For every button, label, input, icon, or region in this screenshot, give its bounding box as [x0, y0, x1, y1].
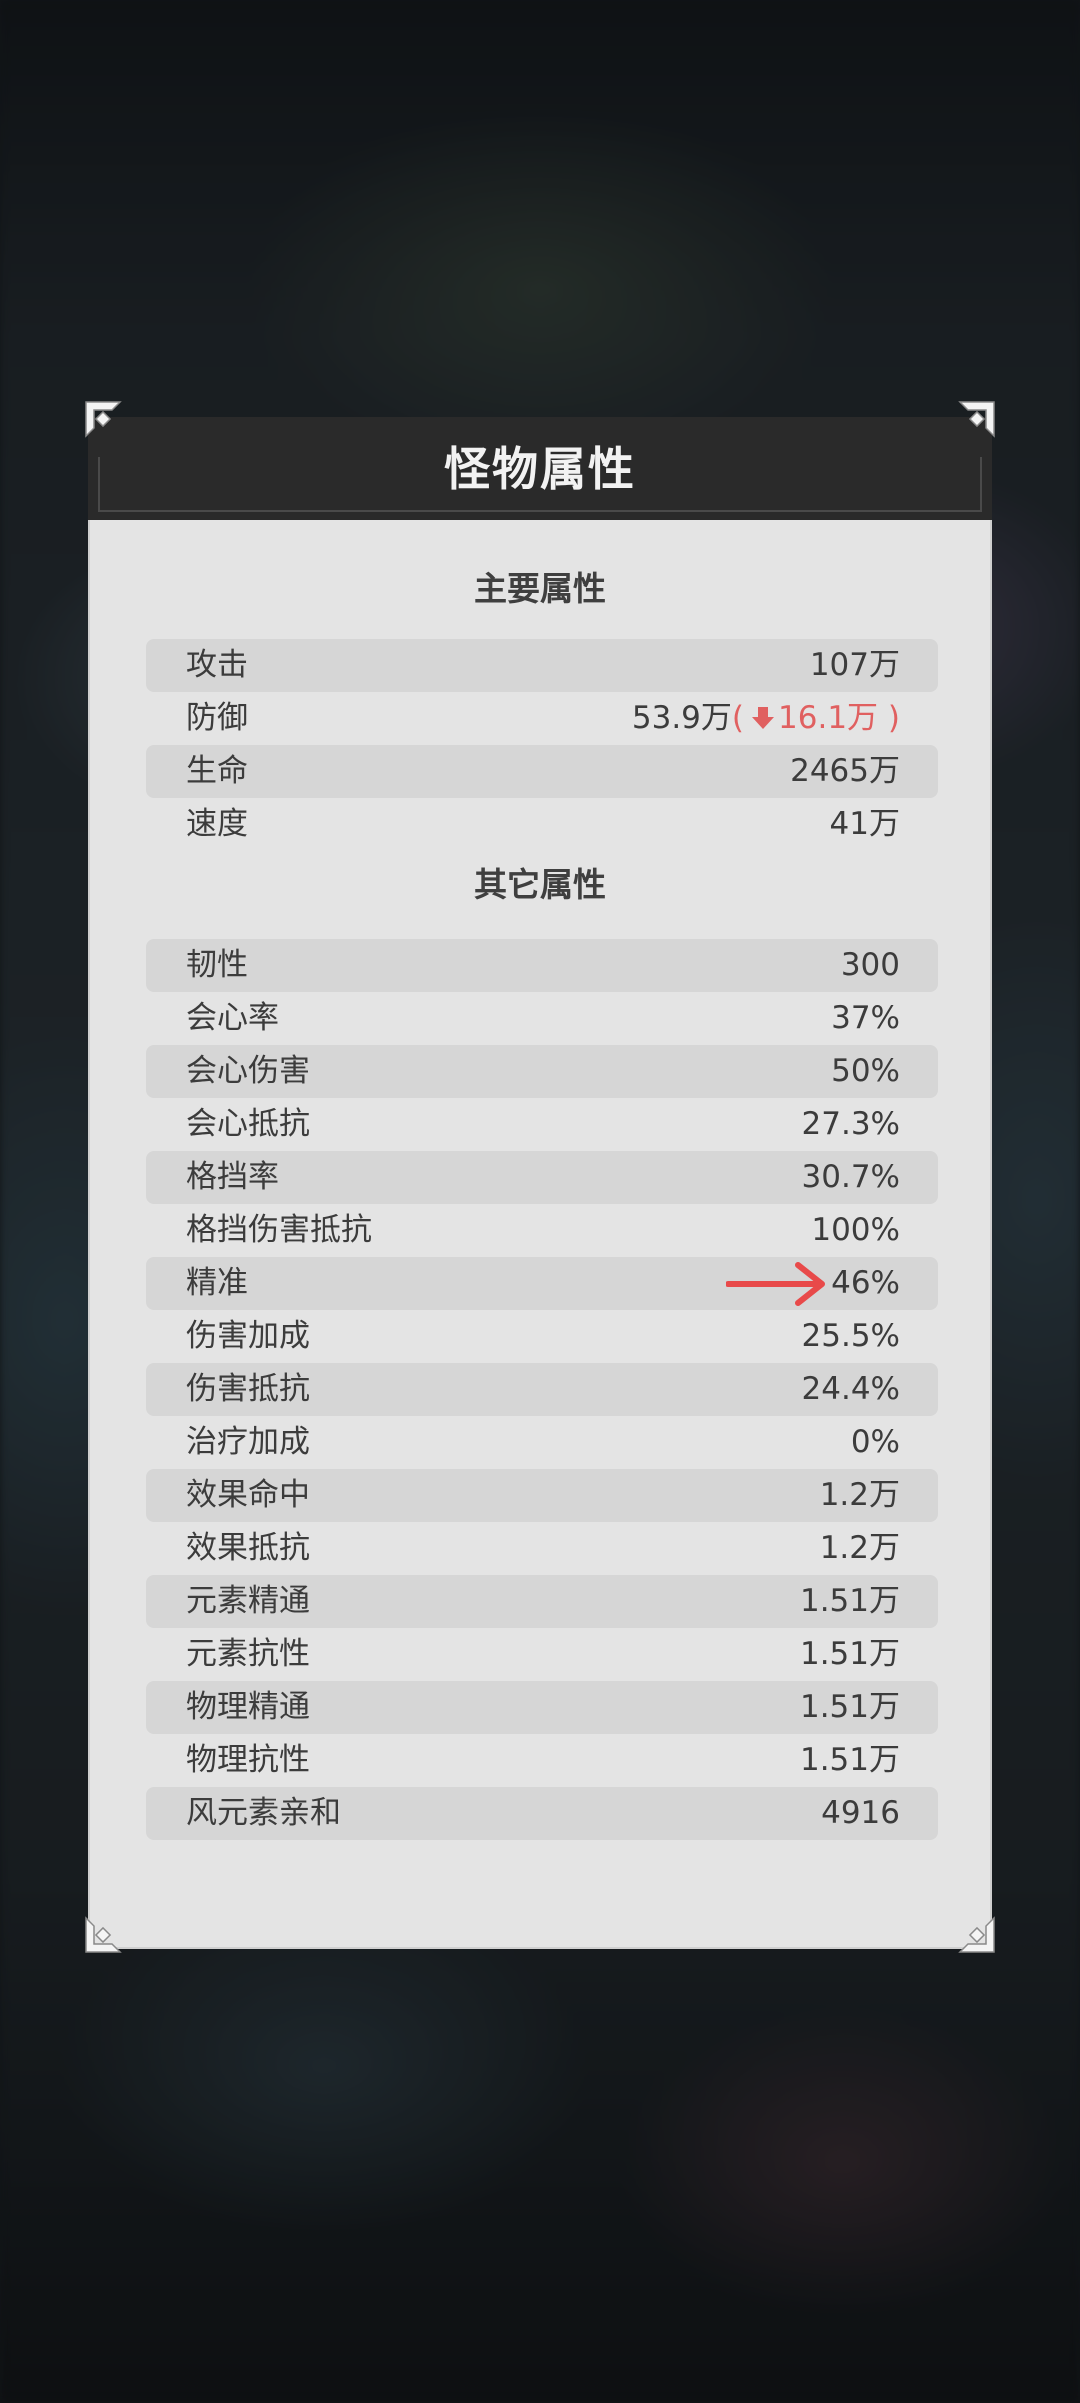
attribute-label: 精准	[186, 1265, 248, 1301]
attribute-row-hp: 生命 2465万	[146, 745, 938, 798]
attribute-label: 伤害加成	[186, 1318, 310, 1354]
attribute-value: 53.9万	[631, 700, 732, 736]
attribute-row-healing-bonus: 治疗加成 0%	[146, 1416, 938, 1469]
attribute-row-toughness: 韧性 300	[146, 939, 938, 992]
other-attributes-title: 其它属性	[474, 865, 606, 904]
attribute-value: 300	[840, 947, 900, 983]
attribute-row-effect-resist: 效果抵抗 1.2万	[146, 1522, 938, 1575]
attribute-label: 韧性	[186, 947, 248, 983]
attribute-row-physical-resist: 物理抗性 1.51万	[146, 1734, 938, 1787]
attribute-value-group: 53.9万(16.1万 )	[632, 692, 900, 745]
attribute-label: 防御	[186, 700, 248, 736]
attribute-label: 伤害抵抗	[186, 1371, 310, 1407]
attribute-label: 效果命中	[186, 1477, 310, 1513]
attribute-value: 46%	[831, 1265, 900, 1301]
debuff-close-paren: )	[878, 700, 900, 736]
attribute-value: 1.2万	[819, 1530, 900, 1566]
attribute-label: 会心率	[186, 1000, 279, 1036]
attribute-value: 25.5%	[801, 1318, 900, 1354]
attribute-label: 会心抵抗	[186, 1106, 310, 1142]
panel-header: 怪物属性	[88, 417, 992, 520]
attribute-label: 攻击	[186, 647, 248, 683]
attribute-row-elemental-mastery: 元素精通 1.51万	[146, 1575, 938, 1628]
attribute-label: 格挡伤害抵抗	[186, 1212, 372, 1248]
attribute-value: 2465万	[790, 753, 900, 789]
main-attributes-list: 攻击 107万 防御 53.9万(16.1万 ) 生命 2465万 速度 41万	[146, 639, 938, 851]
other-attributes-list: 韧性 300 会心率 37% 会心伤害 50% 会心抵抗 27.3% 格挡率 3…	[146, 939, 938, 1840]
attribute-value: 107万	[809, 647, 900, 683]
attribute-label: 治疗加成	[186, 1424, 310, 1460]
attribute-value: 41万	[829, 806, 900, 842]
attribute-value: 1.51万	[799, 1583, 900, 1619]
corner-ornament-icon	[85, 401, 122, 438]
attribute-value: 27.3%	[801, 1106, 900, 1142]
attribute-value: 50%	[831, 1053, 900, 1089]
attribute-row-damage-resist: 伤害抵抗 24.4%	[146, 1363, 938, 1416]
attribute-label: 生命	[186, 753, 248, 789]
attribute-value: 100%	[811, 1212, 900, 1248]
attribute-value: 30.7%	[801, 1159, 900, 1195]
attribute-row-accuracy: 精准 46%	[146, 1257, 938, 1310]
panel-title: 怪物属性	[444, 442, 636, 496]
attribute-label: 物理精通	[186, 1689, 310, 1725]
corner-ornament-icon	[958, 401, 995, 438]
attribute-row-effect-hit: 效果命中 1.2万	[146, 1469, 938, 1522]
attribute-row-damage-bonus: 伤害加成 25.5%	[146, 1310, 938, 1363]
attribute-value: 4916	[821, 1795, 900, 1831]
monster-attributes-panel: 怪物属性 主要属性 攻击 107万 防御 53.9万(16.1万 ) 生命 24…	[88, 417, 992, 1949]
attribute-value: 37%	[831, 1000, 900, 1036]
attribute-label: 风元素亲和	[186, 1795, 341, 1831]
corner-ornament-icon	[85, 1916, 122, 1953]
attribute-row-crit-rate: 会心率 37%	[146, 992, 938, 1045]
debuff-open-paren: (	[731, 700, 745, 736]
main-attributes-title: 主要属性	[474, 569, 606, 608]
attribute-row-attack: 攻击 107万	[146, 639, 938, 692]
attribute-row-wind-affinity: 风元素亲和 4916	[146, 1787, 938, 1840]
down-arrow-icon	[752, 707, 775, 729]
right-arrow-icon	[726, 1262, 825, 1306]
attribute-value: 1.51万	[799, 1636, 900, 1672]
attribute-row-speed: 速度 41万	[146, 798, 938, 851]
attribute-value: 1.51万	[799, 1742, 900, 1778]
attribute-value: 0%	[850, 1424, 900, 1460]
attribute-label: 效果抵抗	[186, 1530, 310, 1566]
attribute-value: 1.2万	[819, 1477, 900, 1513]
attribute-row-physical-mastery: 物理精通 1.51万	[146, 1681, 938, 1734]
debuff-value: 16.1万	[778, 700, 879, 736]
attribute-value: 1.51万	[799, 1689, 900, 1725]
attribute-label: 格挡率	[186, 1159, 279, 1195]
attribute-row-block-rate: 格挡率 30.7%	[146, 1151, 938, 1204]
attribute-label: 物理抗性	[186, 1742, 310, 1778]
attribute-label: 元素精通	[186, 1583, 310, 1619]
attribute-row-defense: 防御 53.9万(16.1万 )	[146, 692, 938, 745]
attribute-label: 元素抗性	[186, 1636, 310, 1672]
attribute-row-block-damage-resist: 格挡伤害抵抗 100%	[146, 1204, 938, 1257]
attribute-row-elemental-resist: 元素抗性 1.51万	[146, 1628, 938, 1681]
attribute-label: 速度	[186, 806, 248, 842]
attribute-row-crit-resist: 会心抵抗 27.3%	[146, 1098, 938, 1151]
corner-ornament-icon	[958, 1916, 995, 1953]
attribute-label: 会心伤害	[186, 1053, 310, 1089]
attribute-value: 24.4%	[801, 1371, 900, 1407]
attribute-row-crit-damage: 会心伤害 50%	[146, 1045, 938, 1098]
